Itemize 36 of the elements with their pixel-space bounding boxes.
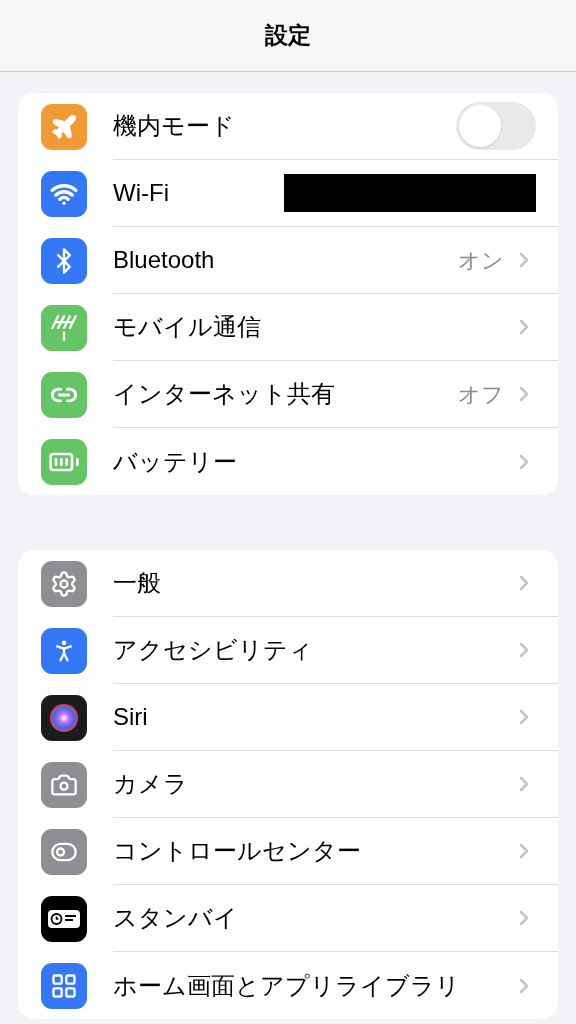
grid-icon <box>50 971 78 1000</box>
row-label: スタンバイ <box>113 903 238 933</box>
airplane-icon <box>50 112 78 141</box>
row-label: インターネット共有 <box>113 379 335 409</box>
row-label: バッテリー <box>113 446 237 477</box>
settings-row[interactable]: Siri <box>18 684 558 751</box>
toggle-switch[interactable] <box>456 102 536 150</box>
settings-row[interactable]: Wi-Fi <box>18 160 558 227</box>
row-label: カメラ <box>113 769 188 799</box>
row-value: オフ <box>458 380 504 409</box>
settings-row[interactable]: バッテリー <box>18 428 558 495</box>
row-label: モバイル通信 <box>113 312 261 342</box>
row-label: Siri <box>113 702 148 732</box>
settings-row[interactable]: Bluetooth オン <box>18 227 558 294</box>
row-label: Wi-Fi <box>113 178 169 208</box>
settings-row[interactable]: 機内モード <box>18 93 558 160</box>
row-label: 機内モード <box>113 111 235 141</box>
siri-orb-icon <box>49 702 79 733</box>
settings-row[interactable]: カメラ <box>18 751 558 818</box>
settings-row[interactable]: コントロールセンター <box>18 818 558 885</box>
row-label: コントロールセンター <box>113 836 361 866</box>
settings-row[interactable]: アクセシビリティ <box>18 617 558 684</box>
antenna-icon <box>50 313 78 342</box>
row-label: Bluetooth <box>113 245 215 275</box>
settings-row[interactable]: インターネット共有 オフ <box>18 361 558 428</box>
settings-row[interactable]: スタンバイ <box>18 885 558 952</box>
row-value: オン <box>458 246 504 275</box>
row-label: アクセシビリティ <box>113 635 313 665</box>
settings-row[interactable]: 一般 <box>18 550 558 617</box>
page-title: 設定 <box>265 21 311 51</box>
row-label: 一般 <box>113 568 161 598</box>
settings-icon <box>50 569 78 598</box>
row-label: ホーム画面とアプリライブラリ <box>113 970 460 1001</box>
settings-row[interactable]: モバイル通信 <box>18 294 558 361</box>
settings-row[interactable]: ホーム画面とアプリライブラリ <box>18 952 558 1019</box>
standby-icon <box>48 909 80 928</box>
